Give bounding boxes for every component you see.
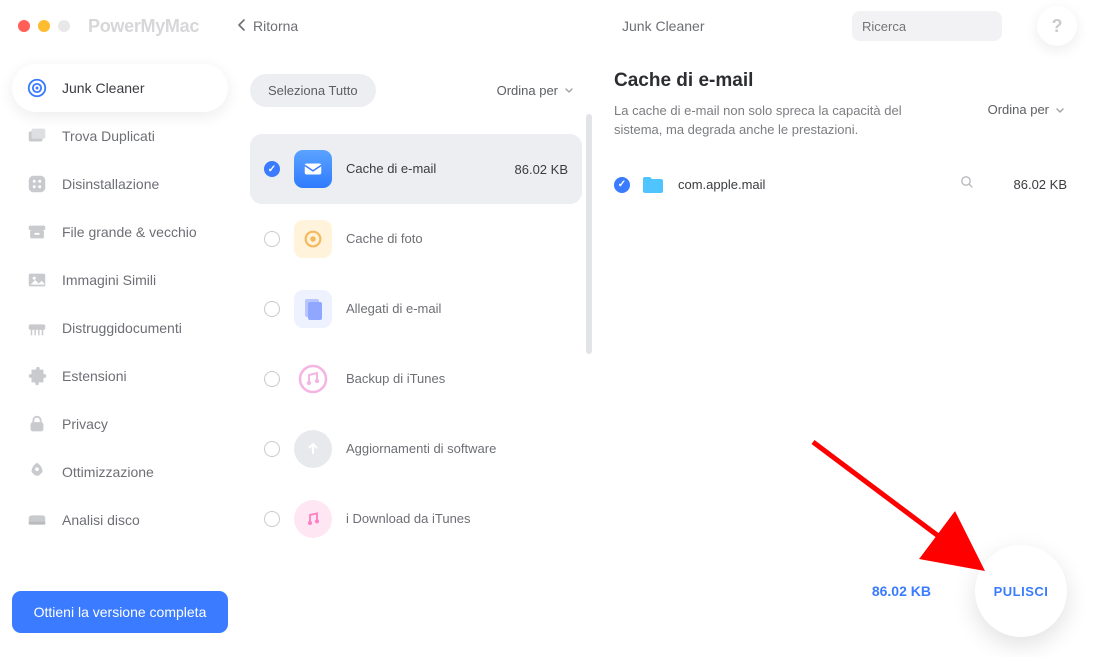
sidebar-item-label: Distruggidocumenti [62, 320, 182, 336]
sidebar: Junk Cleaner Trova Duplicati Disinstalla… [0, 52, 240, 657]
software-updates-icon [294, 430, 332, 468]
checkbox[interactable] [264, 231, 280, 247]
disk-icon [26, 509, 48, 531]
checkbox[interactable] [614, 177, 630, 193]
detail-sort-by-dropdown[interactable]: Ordina per [988, 102, 1067, 117]
sidebar-item-optimize[interactable]: Ottimizzazione [12, 448, 228, 496]
sidebar-item-privacy[interactable]: Privacy [12, 400, 228, 448]
detail-title: Cache di e-mail [614, 70, 1067, 92]
category-item[interactable]: Cache di e-mail 86.02 KB [250, 134, 582, 204]
category-label: i Download da iTunes [346, 511, 568, 527]
checkbox[interactable] [264, 161, 280, 177]
image-icon [26, 269, 48, 291]
sidebar-item-label: File grande & vecchio [62, 224, 197, 240]
detail-header-row: La cache di e-mail non solo spreca la ca… [614, 102, 1067, 140]
sidebar-item-uninstall[interactable]: Disinstallazione [12, 160, 228, 208]
window-minimize-button[interactable] [38, 20, 50, 32]
file-row[interactable]: com.apple.mail 86.02 KB [614, 174, 1067, 196]
back-label: Ritorna [253, 18, 298, 34]
sidebar-item-junk-cleaner[interactable]: Junk Cleaner [12, 64, 228, 112]
checkbox[interactable] [264, 511, 280, 527]
checkbox[interactable] [264, 371, 280, 387]
body: Junk Cleaner Trova Duplicati Disinstalla… [0, 52, 1097, 657]
file-size: 86.02 KB [1014, 177, 1068, 192]
file-name: com.apple.mail [678, 177, 950, 192]
category-label: Cache di foto [346, 231, 568, 247]
category-panel: Seleziona Tutto Ordina per Cache di e-ma… [240, 52, 592, 657]
traffic-lights [18, 20, 70, 32]
category-item[interactable]: Aggiornamenti di software [250, 414, 582, 484]
category-label: Aggiornamenti di software [346, 441, 568, 457]
category-label: Backup di iTunes [346, 371, 568, 387]
sidebar-item-label: Estensioni [62, 368, 127, 384]
category-item[interactable]: Backup di iTunes [250, 344, 582, 414]
rocket-icon [26, 461, 48, 483]
sidebar-item-label: Trova Duplicati [62, 128, 155, 144]
category-list: Cache di e-mail 86.02 KB Cache di foto A [250, 134, 582, 657]
help-button[interactable]: ? [1037, 6, 1077, 46]
app-window: PowerMyMac Ritorna Junk Cleaner ? Junk C… [0, 0, 1097, 657]
lock-icon [26, 413, 48, 435]
search-input[interactable] [862, 19, 1038, 34]
checkbox[interactable] [264, 301, 280, 317]
select-all-button[interactable]: Seleziona Tutto [250, 74, 376, 107]
sidebar-item-large-old[interactable]: File grande & vecchio [12, 208, 228, 256]
itunes-backup-icon [294, 360, 332, 398]
mail-cache-icon [294, 150, 332, 188]
sidebar-item-label: Ottimizzazione [62, 464, 154, 480]
sidebar-item-duplicates[interactable]: Trova Duplicati [12, 112, 228, 160]
sidebar-item-label: Analisi disco [62, 512, 140, 528]
category-item[interactable]: i Download da iTunes [250, 484, 582, 554]
photos-cache-icon [294, 220, 332, 258]
sidebar-item-label: Junk Cleaner [62, 80, 145, 96]
category-item[interactable]: Cache di foto [250, 204, 582, 274]
category-header: Seleziona Tutto Ordina per [250, 70, 582, 110]
titlebar: PowerMyMac Ritorna Junk Cleaner ? [0, 0, 1097, 52]
sidebar-item-shredder[interactable]: Distruggidocumenti [12, 304, 228, 352]
get-full-version-button[interactable]: Ottieni la versione completa [12, 591, 228, 633]
detail-description: La cache di e-mail non solo spreca la ca… [614, 102, 944, 140]
sidebar-item-disk-analysis[interactable]: Analisi disco [12, 496, 228, 544]
breadcrumb: Junk Cleaner [622, 18, 705, 34]
sort-by-label: Ordina per [497, 83, 558, 98]
category-label: Allegati di e-mail [346, 301, 568, 317]
detail-panel: Cache di e-mail La cache di e-mail non s… [592, 52, 1097, 657]
target-icon [26, 77, 48, 99]
itunes-downloads-icon [294, 500, 332, 538]
sidebar-item-label: Immagini Simili [62, 272, 156, 288]
chevron-left-icon [237, 18, 247, 35]
chevron-down-icon [562, 83, 576, 97]
category-size: 86.02 KB [515, 162, 569, 177]
search-icon [960, 175, 974, 189]
folder-duplicate-icon [26, 125, 48, 147]
total-size: 86.02 KB [872, 583, 931, 599]
app-grid-icon [26, 173, 48, 195]
puzzle-icon [26, 365, 48, 387]
reveal-in-finder-button[interactable] [960, 175, 974, 194]
shredder-icon [26, 317, 48, 339]
category-label: Cache di e-mail [346, 161, 515, 177]
app-title: PowerMyMac [88, 16, 199, 37]
folder-icon [640, 174, 666, 196]
back-button[interactable]: Ritorna [237, 18, 298, 35]
sort-by-label: Ordina per [988, 102, 1049, 117]
search-box[interactable] [852, 11, 1002, 41]
chevron-down-icon [1053, 103, 1067, 117]
detail-footer: 86.02 KB PULISCI [872, 545, 1067, 637]
mail-attachments-icon [294, 290, 332, 328]
clean-button[interactable]: PULISCI [975, 545, 1067, 637]
checkbox[interactable] [264, 441, 280, 457]
category-item[interactable]: Allegati di e-mail [250, 274, 582, 344]
archive-icon [26, 221, 48, 243]
window-zoom-button[interactable] [58, 20, 70, 32]
window-close-button[interactable] [18, 20, 30, 32]
sidebar-item-label: Disinstallazione [62, 176, 159, 192]
sidebar-item-label: Privacy [62, 416, 108, 432]
sidebar-item-similar-images[interactable]: Immagini Simili [12, 256, 228, 304]
sidebar-item-extensions[interactable]: Estensioni [12, 352, 228, 400]
sort-by-dropdown[interactable]: Ordina per [497, 83, 576, 98]
